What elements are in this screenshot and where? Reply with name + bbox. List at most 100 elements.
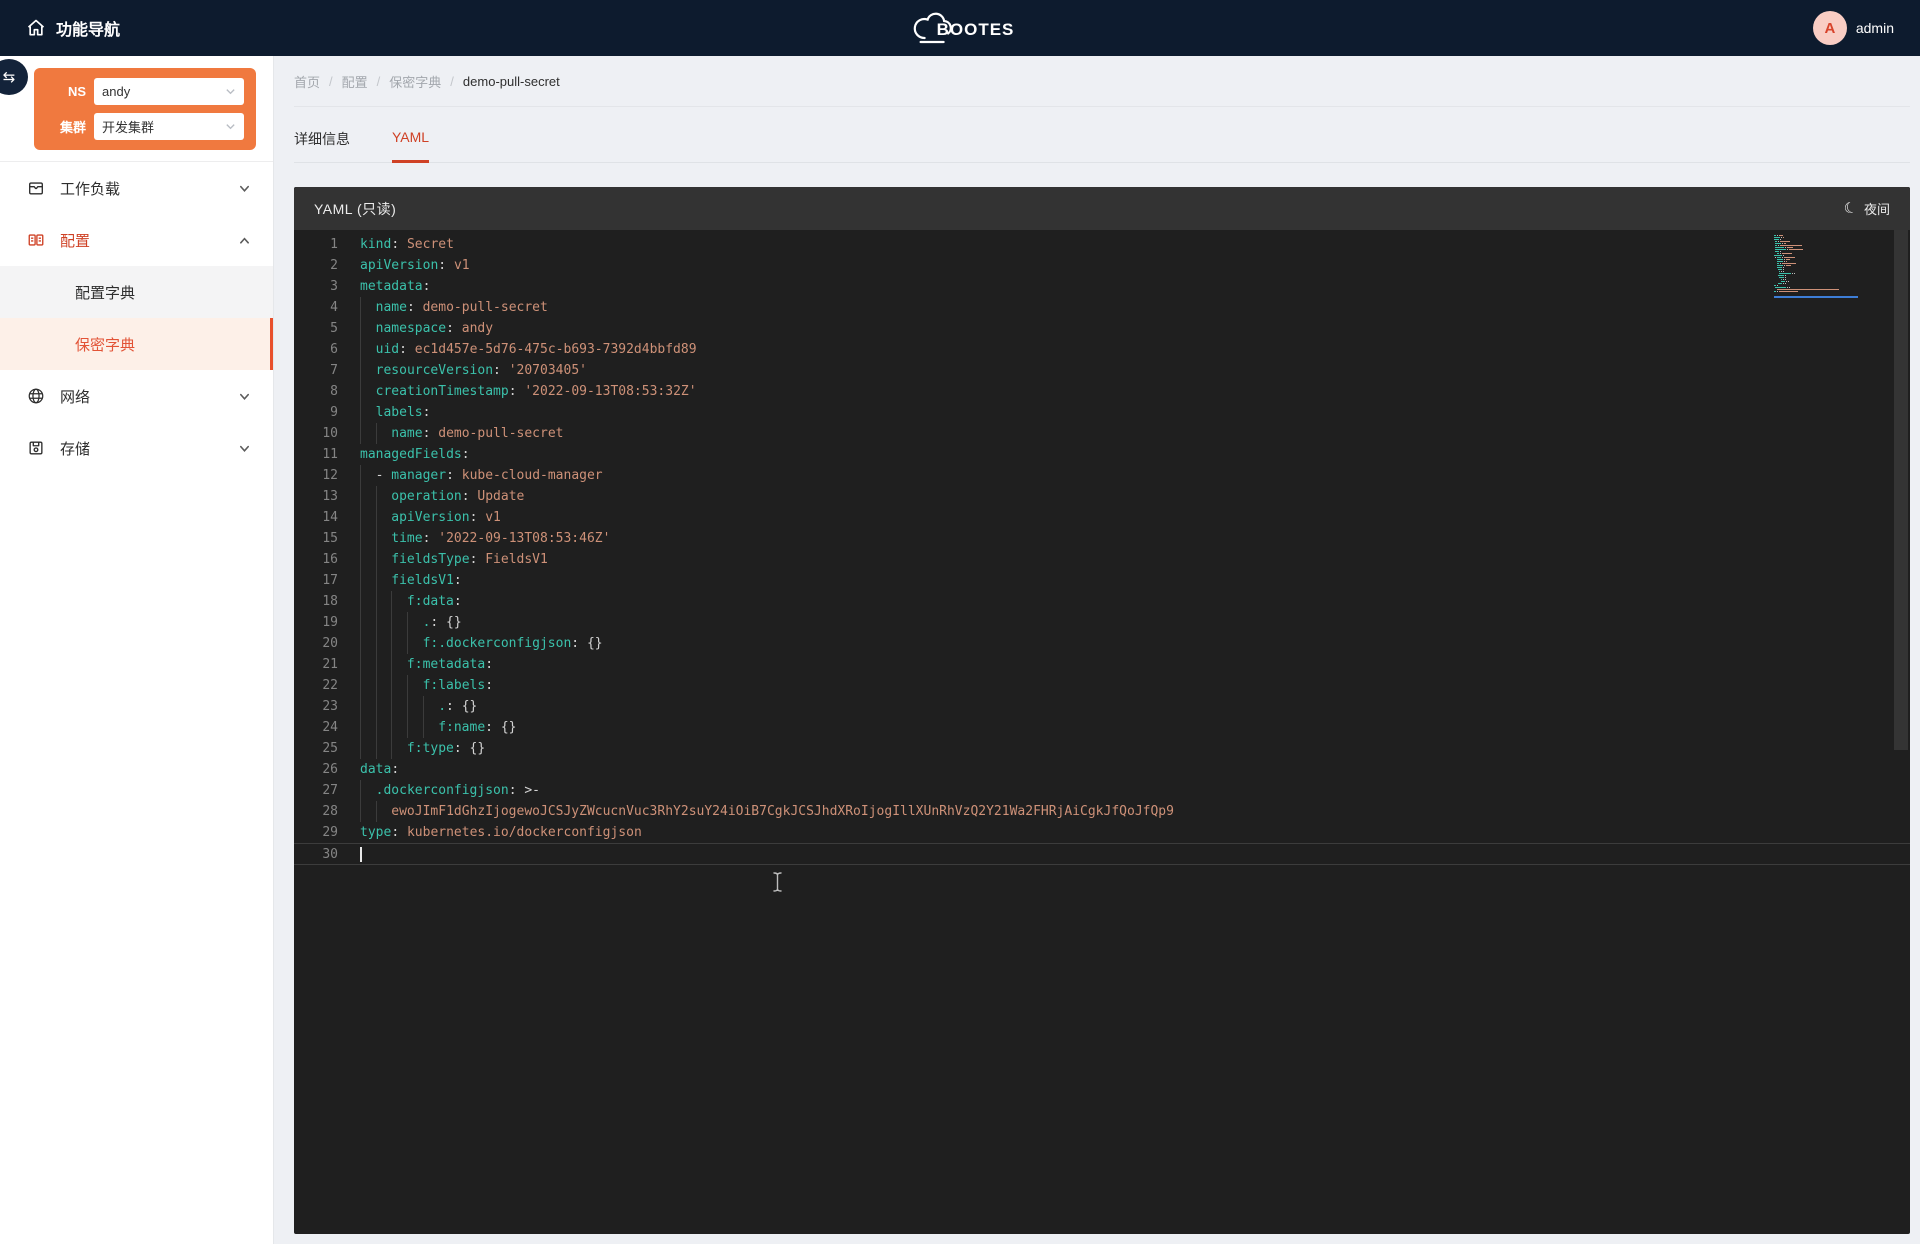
- code-line: 2apiVersion: v1: [294, 255, 1910, 276]
- line-number: 28: [294, 801, 360, 822]
- line-number: 7: [294, 360, 360, 381]
- code-line: 28ewoJImF1dGhzIjogewoJCSJyZWcucnVuc3RhY2…: [294, 801, 1910, 822]
- line-number: 10: [294, 423, 360, 444]
- yaml-editor-card: YAML (只读) ☾ 夜间 1kind: Secret2apiVersion:…: [294, 187, 1910, 1234]
- sidebar-item-label: 配置: [60, 230, 90, 251]
- line-number: 29: [294, 822, 360, 843]
- sidebar-item-network[interactable]: 网络: [0, 370, 273, 422]
- breadcrumb-separator: /: [329, 74, 333, 89]
- code-area[interactable]: 1kind: Secret2apiVersion: v13metadata:4n…: [294, 234, 1910, 865]
- sidebar-menu: 工作负载配置配置字典保密字典网络存储: [0, 161, 273, 474]
- line-number: 26: [294, 759, 360, 780]
- code-line: 1kind: Secret: [294, 234, 1910, 255]
- code-line: 5namespace: andy: [294, 318, 1910, 339]
- code-line: 8creationTimestamp: '2022-09-13T08:53:32…: [294, 381, 1910, 402]
- sidebar-item-workloads[interactable]: 工作负载: [0, 162, 273, 214]
- network-icon: [27, 387, 45, 405]
- sidebar-item-config[interactable]: 配置: [0, 214, 273, 266]
- username: admin: [1856, 20, 1894, 36]
- breadcrumb-item[interactable]: 首页: [294, 72, 320, 91]
- chevron-down-icon: [238, 442, 251, 455]
- namespace-select[interactable]: andy: [94, 78, 244, 105]
- code-line: 10name: demo-pull-secret: [294, 423, 1910, 444]
- brand-logo: BOOTES: [906, 0, 1015, 56]
- line-number: 13: [294, 486, 360, 507]
- cluster-label: 集群: [44, 117, 86, 136]
- code-line: 13operation: Update: [294, 486, 1910, 507]
- line-number: 9: [294, 402, 360, 423]
- code-line: 14apiVersion: v1: [294, 507, 1910, 528]
- code-line: 7resourceVersion: '20703405': [294, 360, 1910, 381]
- line-number: 4: [294, 297, 360, 318]
- sidebar-collapse-button[interactable]: ⇆: [0, 59, 28, 95]
- line-number: 16: [294, 549, 360, 570]
- code-line: 6uid: ec1d457e-5d76-475c-b693-7392d4bbfd…: [294, 339, 1910, 360]
- code-line: 27.dockerconfigjson: >-: [294, 780, 1910, 801]
- line-number: 2: [294, 255, 360, 276]
- line-number: 14: [294, 507, 360, 528]
- sidebar-item-label: 网络: [60, 386, 90, 407]
- night-mode-label: 夜间: [1864, 199, 1890, 218]
- app-root: 功能导航 BOOTES A admin ⇆ NS: [0, 0, 1920, 1244]
- workload-icon: [27, 179, 45, 197]
- minimap[interactable]: [1774, 235, 1858, 298]
- code-line: 22f:labels:: [294, 675, 1910, 696]
- code-line: 26data:: [294, 759, 1910, 780]
- line-number: 1: [294, 234, 360, 255]
- brand-logo-text: BOOTES: [937, 20, 1015, 40]
- breadcrumb-separator: /: [450, 74, 454, 89]
- editor-body[interactable]: 1kind: Secret2apiVersion: v13metadata:4n…: [294, 230, 1910, 1234]
- night-mode-toggle[interactable]: ☾ 夜间: [1844, 199, 1890, 218]
- line-number: 3: [294, 276, 360, 297]
- editor-scrollbar[interactable]: [1894, 230, 1908, 750]
- line-number: 20: [294, 633, 360, 654]
- code-line: 21f:metadata:: [294, 654, 1910, 675]
- line-number: 25: [294, 738, 360, 759]
- breadcrumb-separator: /: [377, 74, 381, 89]
- chevron-down-icon: [238, 182, 251, 195]
- code-line: 16fieldsType: FieldsV1: [294, 549, 1910, 570]
- sidebar-item-secret[interactable]: 保密字典: [0, 318, 273, 370]
- line-number: 30: [294, 844, 360, 864]
- breadcrumb-item[interactable]: 配置: [342, 72, 368, 91]
- editor-title: YAML (只读): [314, 199, 396, 219]
- code-line: 24f:name: {}: [294, 717, 1910, 738]
- home-icon: [26, 18, 46, 38]
- top-bar: 功能导航 BOOTES A admin: [0, 0, 1920, 56]
- code-line: 3metadata:: [294, 276, 1910, 297]
- cluster-select-value: 开发集群: [102, 117, 154, 136]
- tab-details[interactable]: 详细信息: [294, 129, 350, 162]
- sidebar-item-configmap[interactable]: 配置字典: [0, 266, 273, 318]
- sidebar-item-storage[interactable]: 存储: [0, 422, 273, 474]
- namespace-select-value: andy: [102, 84, 130, 99]
- nav-home[interactable]: 功能导航: [26, 16, 120, 40]
- line-number: 11: [294, 444, 360, 465]
- text-cursor: [360, 847, 362, 862]
- nav-label: 功能导航: [56, 16, 120, 40]
- cluster-select[interactable]: 开发集群: [94, 113, 244, 140]
- editor-header: YAML (只读) ☾ 夜间: [294, 187, 1910, 230]
- config-icon: [27, 231, 45, 249]
- line-number: 19: [294, 612, 360, 633]
- swap-arrows-icon: ⇆: [3, 68, 16, 86]
- user-menu[interactable]: A admin: [1813, 11, 1894, 45]
- sidebar-item-label: 工作负载: [60, 178, 120, 199]
- chevron-up-icon: [238, 234, 251, 247]
- line-number: 18: [294, 591, 360, 612]
- code-line: 20f:.dockerconfigjson: {}: [294, 633, 1910, 654]
- line-number: 8: [294, 381, 360, 402]
- code-line: 23.: {}: [294, 696, 1910, 717]
- namespace-panel: NS andy 集群 开发集群: [34, 68, 256, 150]
- minimap-lines: [1774, 235, 1858, 294]
- main-content: 首页/配置/保密字典/demo-pull-secret 详细信息YAML YAM…: [274, 56, 1920, 1244]
- code-line: 11managedFields:: [294, 444, 1910, 465]
- breadcrumb-item[interactable]: 保密字典: [389, 72, 441, 91]
- tab-yaml[interactable]: YAML: [392, 129, 429, 163]
- sidebar-item-label: 配置字典: [75, 282, 135, 303]
- line-number: 12: [294, 465, 360, 486]
- line-number: 24: [294, 717, 360, 738]
- code-line: 29type: kubernetes.io/dockerconfigjson: [294, 822, 1910, 843]
- line-number: 23: [294, 696, 360, 717]
- line-number: 21: [294, 654, 360, 675]
- code-line: 19.: {}: [294, 612, 1910, 633]
